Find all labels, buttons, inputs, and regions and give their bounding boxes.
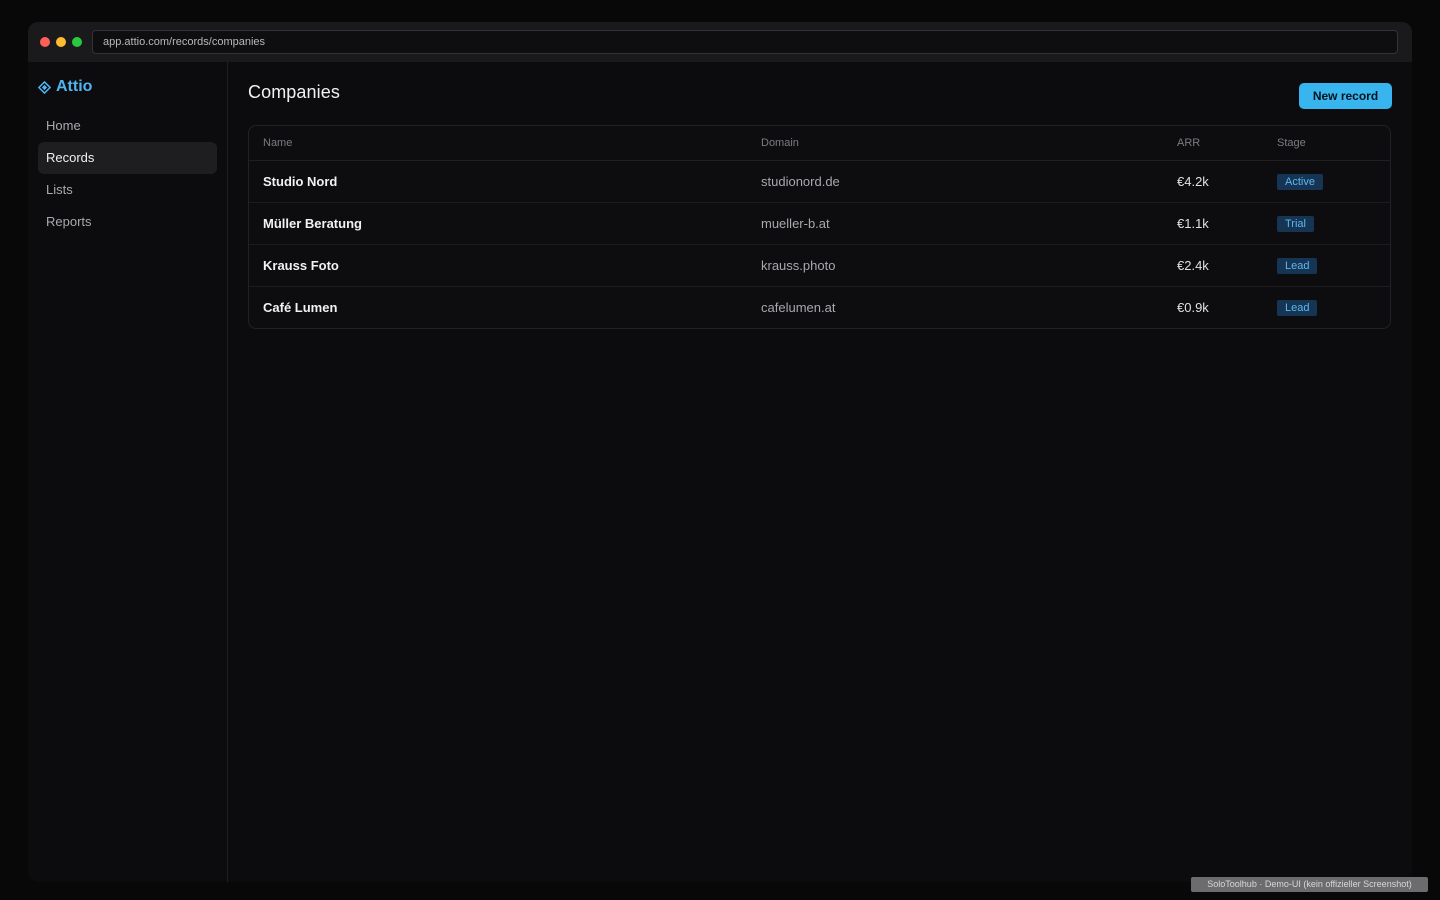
column-header-domain[interactable]: Domain — [747, 126, 1163, 161]
url-bar[interactable]: app.attio.com/records/companies — [92, 30, 1398, 54]
app-window: app.attio.com/records/companies Attio Ho… — [28, 22, 1412, 882]
companies-table: Name Domain ARR Stage Studio Nord studio… — [248, 125, 1391, 329]
main-content: Companies New record Name Domain ARR Sta… — [228, 62, 1412, 882]
company-domain: cafelumen.at — [761, 300, 836, 315]
sidebar-item-lists[interactable]: Lists — [38, 174, 217, 206]
stage-badge: Lead — [1277, 300, 1318, 316]
company-stage-cell: Lead — [1263, 244, 1390, 287]
column-header-name[interactable]: Name — [249, 126, 747, 161]
brand-name: Attio — [56, 78, 93, 95]
maximize-window-button[interactable] — [72, 37, 82, 47]
company-stage-cell: Lead — [1263, 287, 1390, 329]
stage-badge: Active — [1277, 174, 1323, 190]
company-domain: studionord.de — [747, 160, 1163, 203]
company-name[interactable]: Café Lumen — [249, 287, 747, 329]
table-row[interactable]: Müller Beratung mueller-b.at €1.1k Trial — [249, 202, 1390, 245]
demo-watermark: SoloToolhub · Demo-UI (kein offizieller … — [1191, 877, 1428, 892]
company-arr: €0.9k — [1177, 300, 1209, 315]
sidebar: Attio Home Records Lists Reports — [28, 62, 228, 882]
sidebar-item-home[interactable]: Home — [38, 110, 217, 142]
table-row[interactable]: Krauss Foto krauss.photo €2.4k Lead — [249, 244, 1390, 287]
company-stage-cell: Trial — [1263, 202, 1390, 245]
company-arr: €2.4k — [1163, 244, 1263, 287]
company-arr: €1.1k — [1163, 202, 1263, 245]
new-record-button[interactable]: New record — [1299, 83, 1392, 109]
table-header-row: Name Domain ARR Stage — [249, 126, 1390, 161]
company-domain: krauss.photo — [747, 244, 1163, 287]
stage-badge: Lead — [1277, 258, 1318, 274]
table-row[interactable]: Café Lumen cafelumen.at €0.9k Lead — [249, 287, 1390, 329]
page-title: Companies — [248, 82, 340, 102]
sidebar-nav: Home Records Lists Reports — [38, 110, 217, 238]
stage-badge: Trial — [1277, 216, 1314, 232]
brand-logo[interactable]: Attio — [38, 76, 92, 98]
close-window-button[interactable] — [40, 37, 50, 47]
column-header-arr[interactable]: ARR — [1163, 126, 1263, 161]
minimize-window-button[interactable] — [56, 37, 66, 47]
column-header-stage[interactable]: Stage — [1263, 126, 1390, 161]
company-arr: €4.2k — [1163, 160, 1263, 203]
sidebar-item-records[interactable]: Records — [38, 142, 217, 174]
company-stage-cell: Active — [1263, 160, 1390, 203]
diamond-icon — [38, 80, 51, 94]
company-domain: mueller-b.at — [747, 202, 1163, 245]
company-name[interactable]: Müller Beratung — [249, 202, 747, 245]
browser-titlebar: app.attio.com/records/companies — [28, 22, 1412, 62]
sidebar-item-reports[interactable]: Reports — [38, 206, 217, 238]
company-name[interactable]: Krauss Foto — [249, 244, 747, 287]
table-row[interactable]: Studio Nord studionord.de €4.2k Active — [249, 160, 1390, 203]
company-name[interactable]: Studio Nord — [249, 160, 747, 203]
